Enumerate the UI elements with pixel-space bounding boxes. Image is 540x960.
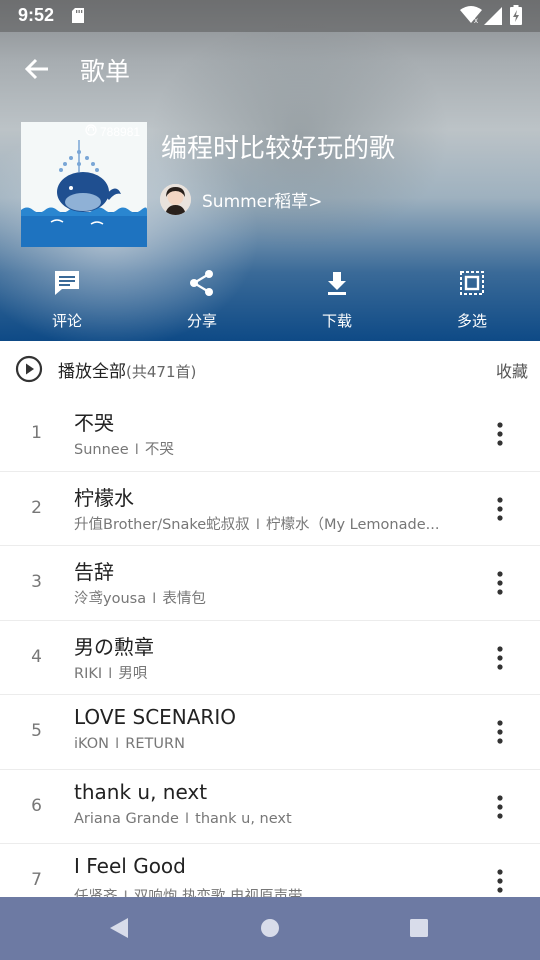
song-name: 男の勲章 [74, 634, 154, 659]
separator: I [255, 516, 260, 533]
multi-select-label: 多选 [456, 312, 487, 330]
playlist-title: 编程时比较好玩的歌 [161, 134, 396, 164]
song-name: I Feel Good [74, 854, 186, 878]
song-index: 5 [31, 721, 42, 741]
svg-text:x: x [474, 16, 478, 24]
share-label: 分享 [186, 312, 217, 330]
share-button[interactable]: 分享 [162, 268, 242, 334]
more-vert-icon[interactable] [490, 794, 510, 820]
more-vert-icon[interactable] [490, 645, 510, 671]
song-index: 7 [31, 870, 42, 890]
song-album: 表情包 [162, 591, 206, 607]
playlist-header: 9:52 x 歌单 788981 编程时比较好玩的歌 Summer稻草> 评论 … [0, 0, 540, 341]
song-index: 3 [31, 572, 42, 592]
creator-avatar[interactable] [160, 183, 191, 215]
song-list: 1 不哭 Sunnee I 不哭 2 柠檬水 升值Brother/Snake蛇叔叔 I… [0, 397, 540, 918]
more-vert-icon[interactable] [490, 719, 510, 745]
sd-card-icon [72, 8, 84, 27]
separator: I [108, 665, 113, 682]
creator-link[interactable]: Summer稻草> [160, 182, 322, 216]
battery-icon [510, 5, 522, 29]
separator: I [134, 442, 139, 458]
song-subtitle: Ariana Grande Ithank u, next [74, 811, 292, 827]
song-subtitle: 升值Brother/Snake蛇叔叔 I 柠檬水（My Lemonade... [74, 513, 439, 534]
song-index: 6 [31, 795, 42, 816]
song-artist: Sunnee [74, 442, 129, 458]
song-row[interactable]: 6 thank u, next Ariana Grande Ithank u, n… [0, 769, 540, 844]
separator: I [115, 736, 120, 752]
song-subtitle: 泠鸢yousa I 表情包 [74, 587, 206, 608]
download-button[interactable]: 下载 [297, 268, 377, 334]
status-bar: 9:52 x [0, 0, 540, 32]
more-vert-icon[interactable] [490, 496, 510, 522]
play-all-count: (共471首) [126, 363, 197, 381]
nav-back-icon[interactable] [108, 916, 130, 944]
song-album: 柠檬水（My Lemonade... [265, 516, 440, 533]
song-album: 男唄 [118, 665, 148, 682]
song-artist: iKON [74, 736, 110, 752]
separator: I [152, 591, 157, 607]
comment-icon [52, 268, 82, 302]
headphones-icon [85, 124, 97, 139]
more-vert-icon[interactable] [490, 421, 510, 447]
song-index: 2 [31, 497, 42, 518]
song-album: RETURN [125, 736, 185, 752]
play-count: 788981 [85, 124, 140, 139]
song-artist: 升值Brother/Snake蛇叔叔 [74, 516, 250, 533]
song-row[interactable]: 3 告辞 泠鸢yousa I 表情包 [0, 546, 540, 621]
song-index: 4 [31, 646, 42, 667]
toolbar-title: 歌单 [80, 57, 131, 86]
play-count-value: 788981 [100, 124, 141, 139]
signal-icon [484, 7, 502, 29]
song-artist: 泠鸢yousa [74, 591, 147, 607]
multi-select-button[interactable]: 多选 [432, 268, 512, 334]
play-circle-icon[interactable] [15, 355, 43, 387]
creator-name[interactable]: Summer稻草> [202, 187, 322, 212]
nav-recent-icon[interactable] [408, 917, 430, 943]
more-vert-icon[interactable] [490, 570, 510, 596]
song-row[interactable]: 1 不哭 Sunnee I 不哭 [0, 397, 540, 472]
status-time: 9:52 [18, 5, 55, 25]
song-name: 不哭 [74, 411, 114, 435]
song-subtitle: Sunnee I 不哭 [74, 438, 174, 459]
nav-home-icon[interactable] [259, 917, 281, 943]
song-row[interactable]: 2 柠檬水 升值Brother/Snake蛇叔叔 I 柠檬水（My Lemonade… [0, 471, 540, 546]
comment-button[interactable]: 评论 [27, 268, 107, 334]
play-all-label[interactable]: 播放全部(共471首) [58, 357, 196, 382]
song-index: 1 [31, 423, 42, 443]
more-vert-icon[interactable] [490, 868, 510, 894]
song-artist: Ariana Grande [74, 810, 179, 827]
download-icon [322, 268, 352, 302]
song-name: thank u, next [74, 779, 208, 804]
system-nav-bar [0, 897, 540, 960]
arrow-back-icon[interactable] [22, 54, 52, 84]
playlist-cover[interactable] [21, 122, 147, 247]
toolbar: 歌单 [0, 40, 540, 96]
song-subtitle: RIKI I 男唄 [74, 662, 147, 683]
song-name: LOVE SCENARIO [74, 705, 236, 729]
wifi-icon: x [460, 6, 482, 28]
multi-select-icon [457, 268, 487, 302]
comment-label: 评论 [51, 312, 82, 330]
action-bar: 评论 分享 下载 多选 [0, 268, 540, 334]
song-artist: RIKI [74, 665, 103, 682]
song-row[interactable]: 4 男の勲章 RIKI I 男唄 [0, 620, 540, 695]
song-row[interactable]: 5 LOVE SCENARIO iKON I RETURN [0, 695, 540, 770]
song-album: 不哭 [144, 442, 174, 458]
collect-button[interactable]: 收藏 [496, 358, 528, 382]
download-label: 下载 [321, 312, 352, 330]
share-icon [187, 268, 217, 302]
song-album: thank u, next [195, 810, 292, 827]
play-all-row[interactable]: 播放全部(共471首) 收藏 [0, 341, 540, 398]
song-name: 告辞 [74, 560, 114, 584]
song-name: 柠檬水 [74, 485, 134, 510]
song-subtitle: iKON I RETURN [74, 736, 185, 752]
separator: I [184, 810, 190, 827]
play-all-text: 播放全部 [58, 362, 126, 382]
